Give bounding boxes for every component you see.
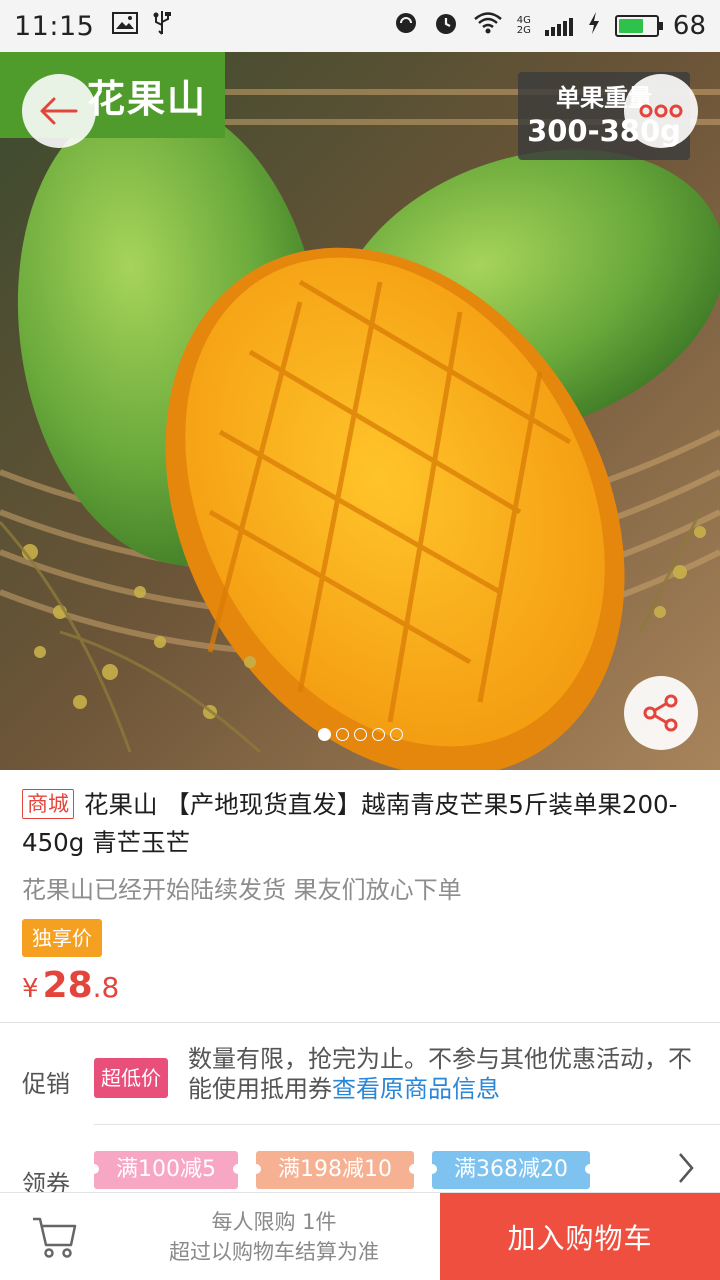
back-button[interactable] — [22, 74, 96, 148]
carousel-dot[interactable] — [371, 728, 385, 741]
coupon-368-20[interactable]: 满368减20 — [427, 1150, 595, 1189]
low-price-tag: 超低价 — [94, 1058, 168, 1098]
price-currency: ¥ — [22, 974, 39, 1004]
more-dots-icon — [639, 104, 683, 118]
bottom-action-bar: 每人限购 1件 超过以购物车结算为准 加入购物车 — [0, 1192, 720, 1280]
share-icon — [643, 694, 678, 732]
promotion-text: 数量有限，抢完为止。不参与其他优惠活动，不能使用抵用券查看原商品信息 — [188, 1044, 696, 1104]
battery-percent: 68 — [672, 11, 706, 41]
status-bar: 11:15 4G 2G 68 — [0, 0, 720, 52]
purchase-limit-line1: 每人限购 1件 — [211, 1209, 337, 1234]
status-time: 11:15 — [14, 10, 95, 42]
carousel-dot[interactable] — [389, 728, 403, 741]
carousel-dot[interactable] — [335, 728, 349, 741]
price-integer: 28 — [42, 965, 93, 1006]
sync-icon — [393, 10, 419, 43]
product-detail-page: 11:15 4G 2G 68 花果山 单果重量 300-380g 商城 花果山 … — [0, 0, 720, 1280]
battery-fill — [618, 19, 644, 33]
alarm-icon — [433, 10, 459, 43]
network-type: 4G 2G — [517, 16, 531, 36]
carousel-dot[interactable] — [353, 728, 367, 741]
signal-icon — [544, 16, 573, 36]
product-subtitle: 花果山已经开始陆续发货 果友们放心下单 — [22, 876, 462, 904]
view-original-product-link[interactable]: 查看原商品信息 — [332, 1075, 500, 1103]
price: ¥ 28 .8 — [22, 965, 696, 1006]
add-to-cart-button[interactable]: 加入购物车 — [440, 1193, 720, 1280]
product-image-carousel[interactable]: 花果山 单果重量 300-380g — [0, 52, 720, 770]
chevron-right-icon[interactable] — [676, 1151, 696, 1189]
wifi-icon — [473, 11, 503, 42]
divider — [0, 1022, 720, 1023]
product-title: 花果山 【产地现货直发】越南青皮芒果5斤装单果200-450g 青芒玉芒 — [22, 790, 678, 857]
coupon-198-10[interactable]: 满198减10 — [251, 1150, 419, 1189]
back-arrow-icon — [40, 97, 78, 125]
divider — [94, 1124, 720, 1125]
product-title-row: 商城 花果山 【产地现货直发】越南青皮芒果5斤装单果200-450g 青芒玉芒 — [22, 786, 696, 862]
cart-icon — [33, 1217, 77, 1258]
purchase-limit-line2: 超过以购物车结算为准 — [169, 1239, 379, 1264]
brand-name: 花果山 — [86, 76, 207, 121]
purchase-limit: 每人限购 1件 超过以购物车结算为准 — [108, 1193, 440, 1280]
carousel-dot[interactable] — [317, 728, 331, 741]
product-info: 商城 花果山 【产地现货直发】越南青皮芒果5斤装单果200-450g 青芒玉芒 花… — [0, 770, 720, 1006]
mall-badge: 商城 — [22, 789, 74, 819]
coupon-100-5[interactable]: 满100减5 — [89, 1150, 243, 1189]
status-right-group: 4G 2G 68 — [393, 10, 706, 43]
price-decimal: .8 — [92, 971, 120, 1004]
battery-icon — [614, 15, 663, 37]
exclusive-price-badge: 独享价 — [22, 919, 102, 957]
carousel-indicator — [0, 728, 720, 741]
usb-icon — [152, 10, 172, 43]
network-type-bottom: 2G — [516, 25, 531, 36]
cart-button[interactable] — [0, 1193, 108, 1280]
image-icon — [112, 11, 139, 41]
more-button[interactable] — [624, 74, 698, 148]
coupon-row[interactable]: 领券 满100减5 满198减10 满368减20 — [0, 1140, 720, 1199]
promotion-row: 促销 超低价 数量有限，抢完为止。不参与其他优惠活动，不能使用抵用券查看原商品信… — [0, 1024, 720, 1104]
promotion-label: 促销 — [22, 1070, 70, 1098]
charging-icon — [587, 11, 601, 42]
